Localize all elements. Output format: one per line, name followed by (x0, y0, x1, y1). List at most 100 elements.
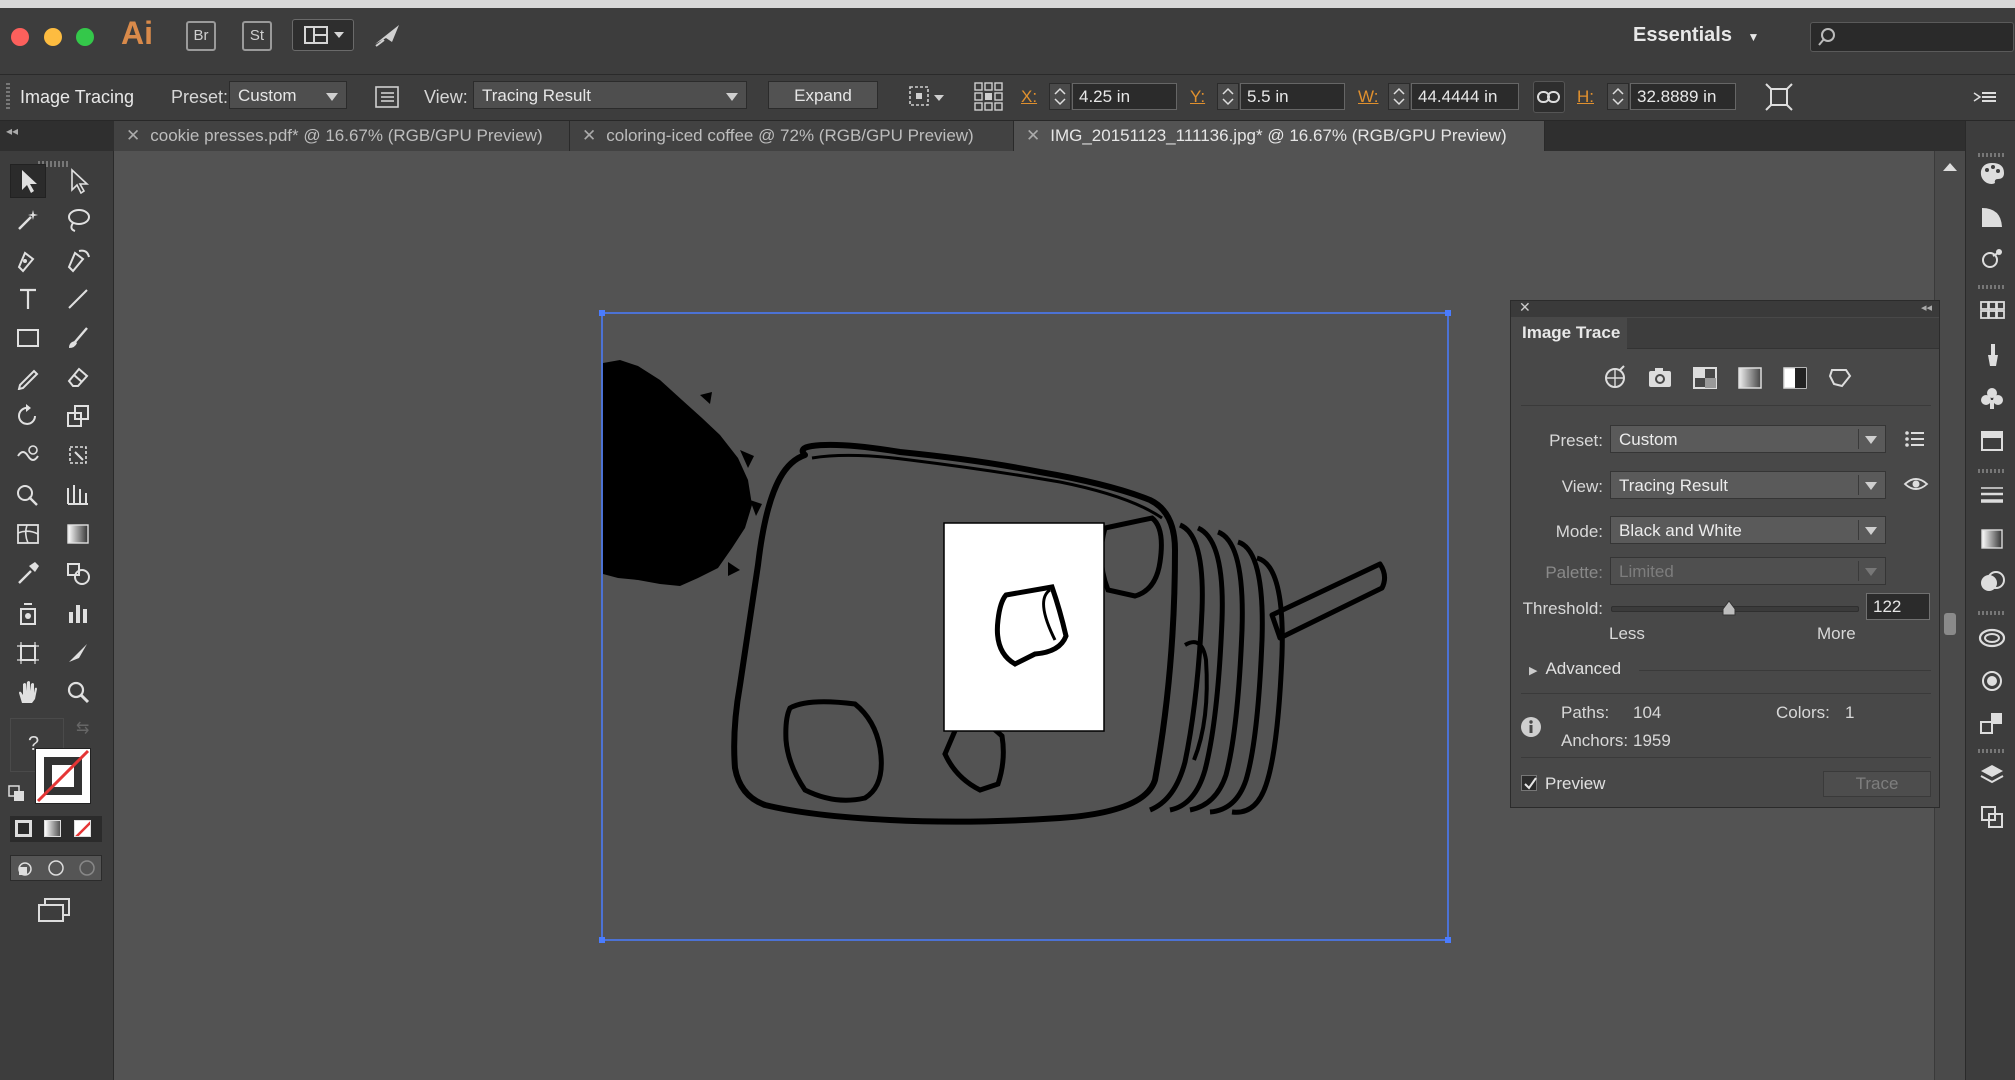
eraser-tool-icon[interactable] (60, 360, 96, 394)
expand-button[interactable]: Expand (768, 81, 878, 109)
w-field[interactable]: 44.4444 in (1411, 83, 1519, 110)
y-field[interactable]: 5.5 in (1240, 83, 1345, 110)
tab-image-trace[interactable]: Image Trace (1511, 318, 1627, 349)
preview-checkbox[interactable] (1521, 775, 1537, 791)
swap-fill-stroke-icon[interactable]: ⇆ (76, 718, 89, 738)
selection-tool-icon[interactable] (10, 164, 46, 198)
graphic-styles-icon[interactable] (1978, 427, 2006, 455)
control-bar-menu-icon[interactable] (1972, 87, 2000, 107)
workspace-switcher[interactable]: Essentials ▼ (1633, 24, 1759, 47)
color-panel-icon[interactable] (1978, 159, 2006, 187)
color-guide-icon[interactable] (1978, 203, 2006, 231)
scroll-up-icon[interactable] (1935, 157, 1965, 177)
type-tool-icon[interactable] (10, 282, 46, 316)
lasso-tool-icon[interactable] (60, 203, 96, 237)
tab-cookie-presses[interactable]: ✕ cookie presses.pdf* @ 16.67% (RGB/GPU P… (114, 121, 570, 151)
traced-artwork[interactable] (590, 300, 1470, 960)
arrange-documents-button[interactable] (292, 19, 354, 51)
threshold-field[interactable]: 122 (1866, 593, 1930, 620)
panel-close-icon[interactable]: ✕ (1519, 299, 1531, 316)
outline-preset-icon[interactable] (1826, 364, 1854, 392)
search-help-input[interactable] (1810, 22, 2014, 52)
h-field[interactable]: 32.8889 in (1630, 83, 1736, 110)
manage-presets-icon[interactable] (1903, 428, 1927, 450)
collapse-toolbar-icon[interactable]: ◂◂ (6, 121, 18, 141)
gradient-panel-icon[interactable] (1978, 525, 2006, 553)
low-color-preset-icon[interactable] (1691, 364, 1719, 392)
gradient-icon[interactable] (44, 820, 61, 837)
tab-close-icon[interactable]: ✕ (126, 121, 140, 151)
pen-tool-icon[interactable] (10, 243, 46, 277)
slice-tool-icon[interactable] (60, 636, 96, 670)
h-stepper[interactable] (1607, 83, 1629, 110)
panel-collapse-icon[interactable]: ◂◂ (1921, 301, 1932, 314)
x-stepper[interactable] (1049, 83, 1071, 110)
rectangle-tool-icon[interactable] (10, 321, 46, 355)
recolor-artwork-icon[interactable] (1978, 245, 2006, 273)
high-color-preset-icon[interactable] (1646, 364, 1674, 392)
none-icon[interactable] (74, 820, 91, 837)
window-close-button[interactable] (11, 28, 29, 46)
advanced-disclosure[interactable]: ▶ Advanced (1529, 659, 1621, 679)
control-bar-grip[interactable] (6, 83, 10, 111)
creative-cloud-libraries-icon[interactable] (1978, 623, 2006, 651)
reference-point-icon[interactable] (973, 81, 1005, 113)
stroke-panel-icon[interactable] (1978, 481, 2006, 509)
tab-close-icon[interactable]: ✕ (1026, 121, 1040, 151)
eyedropper-tool-icon[interactable] (10, 556, 46, 590)
constrain-proportions-button[interactable] (1533, 81, 1565, 113)
default-fill-stroke-icon[interactable] (8, 785, 26, 803)
scrollbar-thumb[interactable] (1944, 613, 1956, 635)
layers-panel-icon[interactable] (1978, 761, 2006, 789)
y-stepper[interactable] (1217, 83, 1239, 110)
tab-img-20151123[interactable]: ✕ IMG_20151123_111136.jpg* @ 16.67% (RGB/… (1014, 121, 1545, 151)
blend-tool-icon[interactable] (60, 556, 96, 590)
w-stepper[interactable] (1388, 83, 1410, 110)
stroke-swatch[interactable] (35, 748, 91, 804)
gradient-tool-icon[interactable] (60, 517, 96, 551)
column-graph-tool-icon[interactable] (60, 596, 96, 630)
auto-color-preset-icon[interactable] (1601, 364, 1629, 392)
dock-grip[interactable] (1978, 749, 2004, 753)
warp-tool-icon[interactable] (10, 438, 46, 472)
scale-tool-icon[interactable] (60, 399, 96, 433)
hand-tool-icon[interactable] (10, 675, 46, 709)
dock-grip[interactable] (1978, 611, 2004, 615)
symbol-sprayer-tool-icon[interactable] (10, 596, 46, 630)
magic-wand-tool-icon[interactable] (10, 203, 46, 237)
view-dropdown[interactable]: Tracing Result (473, 81, 747, 109)
free-transform-tool-icon[interactable] (60, 438, 96, 472)
curvature-tool-icon[interactable] (60, 243, 96, 277)
change-screen-mode-icon[interactable] (36, 896, 72, 924)
bridge-button[interactable]: Br (186, 21, 216, 51)
grayscale-preset-icon[interactable] (1736, 364, 1764, 392)
rotate-tool-icon[interactable] (10, 399, 46, 433)
stock-button[interactable]: St (242, 21, 272, 51)
mesh-tool-icon[interactable] (10, 517, 46, 551)
dock-grip[interactable] (1978, 153, 2004, 157)
artboards-panel-icon[interactable] (1978, 709, 2006, 737)
direct-selection-tool-icon[interactable] (60, 164, 96, 198)
line-segment-tool-icon[interactable] (60, 282, 96, 316)
transparency-panel-icon[interactable] (1978, 568, 2006, 596)
tab-coloring-iced-coffee[interactable]: ✕ coloring-iced coffee @ 72% (RGB/GPU Pre… (570, 121, 1014, 151)
black-and-white-preset-icon[interactable] (1781, 364, 1809, 392)
preset-dropdown[interactable]: Custom (1610, 425, 1886, 453)
transform-icon[interactable] (1764, 82, 1794, 112)
threshold-slider-thumb[interactable] (1722, 600, 1736, 616)
mode-dropdown[interactable]: Black and White (1610, 516, 1886, 544)
panel-header[interactable] (1511, 301, 1939, 317)
dock-grip[interactable] (1978, 285, 2004, 289)
transform-reference-icon[interactable] (906, 82, 948, 112)
dock-grip[interactable] (1978, 469, 2004, 473)
perspective-grid-tool-icon[interactable] (60, 477, 96, 511)
window-zoom-button[interactable] (76, 28, 94, 46)
appearance-panel-icon[interactable] (1978, 667, 2006, 695)
gpu-performance-icon[interactable] (372, 22, 402, 50)
view-source-eye-icon[interactable] (1903, 473, 1929, 495)
symbols-panel-icon[interactable] (1978, 384, 2006, 412)
pencil-tool-icon[interactable] (10, 360, 46, 394)
paintbrush-tool-icon[interactable] (60, 321, 96, 355)
window-minimize-button[interactable] (44, 28, 62, 46)
align-panel-icon[interactable] (1978, 803, 2006, 831)
